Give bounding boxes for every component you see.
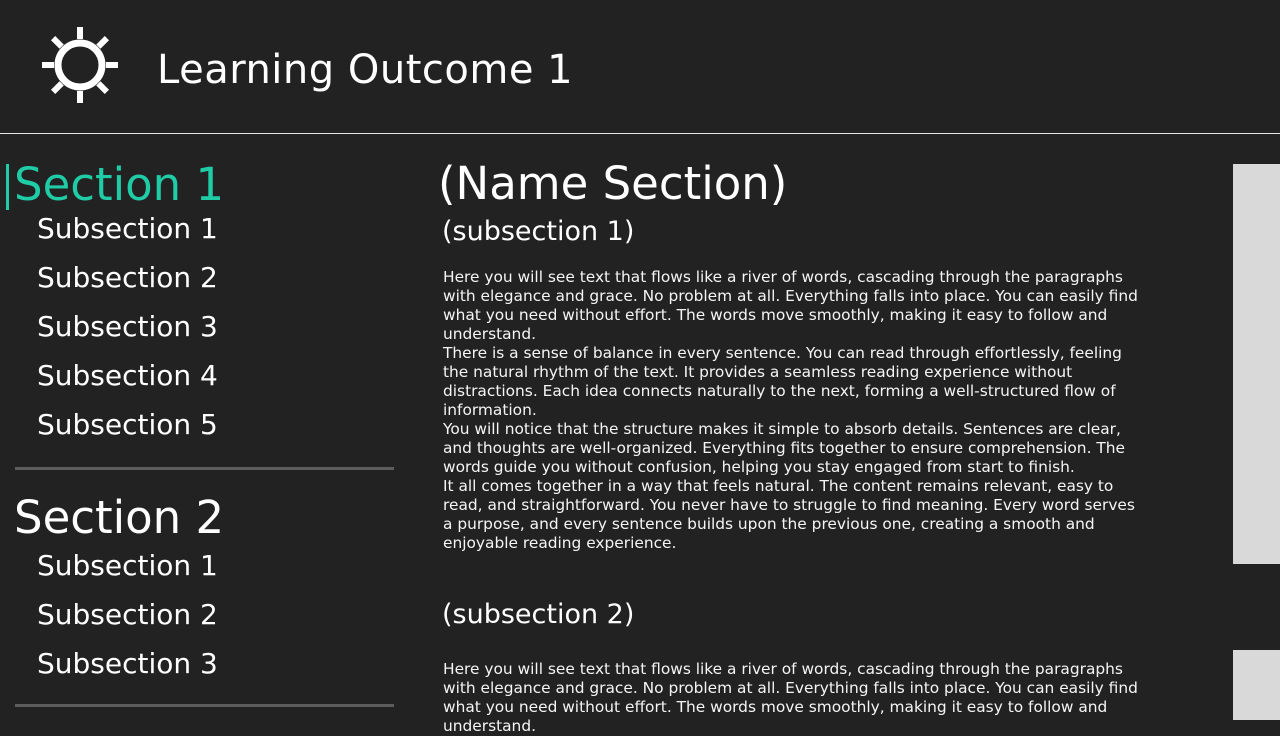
header: Learning Outcome 1 [0, 0, 1280, 134]
subsection-body: Here you will see text that flows like a… [443, 660, 1143, 736]
sidebar-section-1-subsection-4[interactable]: Subsection 4 [37, 359, 218, 393]
sidebar-section-2-subsection-2[interactable]: Subsection 2 [37, 598, 218, 632]
side-panel [1233, 164, 1280, 564]
paragraph: There is a sense of balance in every sen… [443, 344, 1122, 419]
sidebar-section-1-subsection-1[interactable]: Subsection 1 [37, 212, 218, 246]
sidebar-section-2-subsection-3[interactable]: Subsection 3 [37, 647, 218, 681]
section-divider [15, 704, 394, 707]
paragraph: Here you will see text that flows like a… [443, 660, 1138, 735]
paragraph: It all comes together in a way that feel… [443, 477, 1135, 552]
subsection-heading: (subsection 2) [442, 599, 635, 630]
sidebar-section-2-subsection-1[interactable]: Subsection 1 [37, 549, 218, 583]
sidebar-section-1-subsection-5[interactable]: Subsection 5 [37, 408, 218, 442]
main-content: (Name Section) (subsection 1) Here you w… [405, 134, 1280, 735]
section-divider [15, 467, 394, 470]
paragraph: You will notice that the structure makes… [443, 420, 1125, 476]
side-panel [1233, 650, 1280, 720]
sidebar-nav: Section 1 Subsection 1 Subsection 2 Subs… [0, 134, 405, 720]
sidebar-section-1[interactable]: Section 1 [14, 157, 224, 213]
sidebar-section-1-subsection-2[interactable]: Subsection 2 [37, 261, 218, 295]
page-title: Learning Outcome 1 [157, 47, 574, 93]
active-section-indicator [6, 164, 9, 210]
gear-icon[interactable] [42, 27, 118, 103]
section-title: (Name Section) [438, 157, 788, 210]
subsection-body: Here you will see text that flows like a… [443, 268, 1143, 553]
paragraph: Here you will see text that flows like a… [443, 268, 1138, 343]
sidebar-section-1-subsection-3[interactable]: Subsection 3 [37, 310, 218, 344]
sidebar-section-2[interactable]: Section 2 [14, 490, 224, 546]
subsection-heading: (subsection 1) [442, 216, 635, 247]
